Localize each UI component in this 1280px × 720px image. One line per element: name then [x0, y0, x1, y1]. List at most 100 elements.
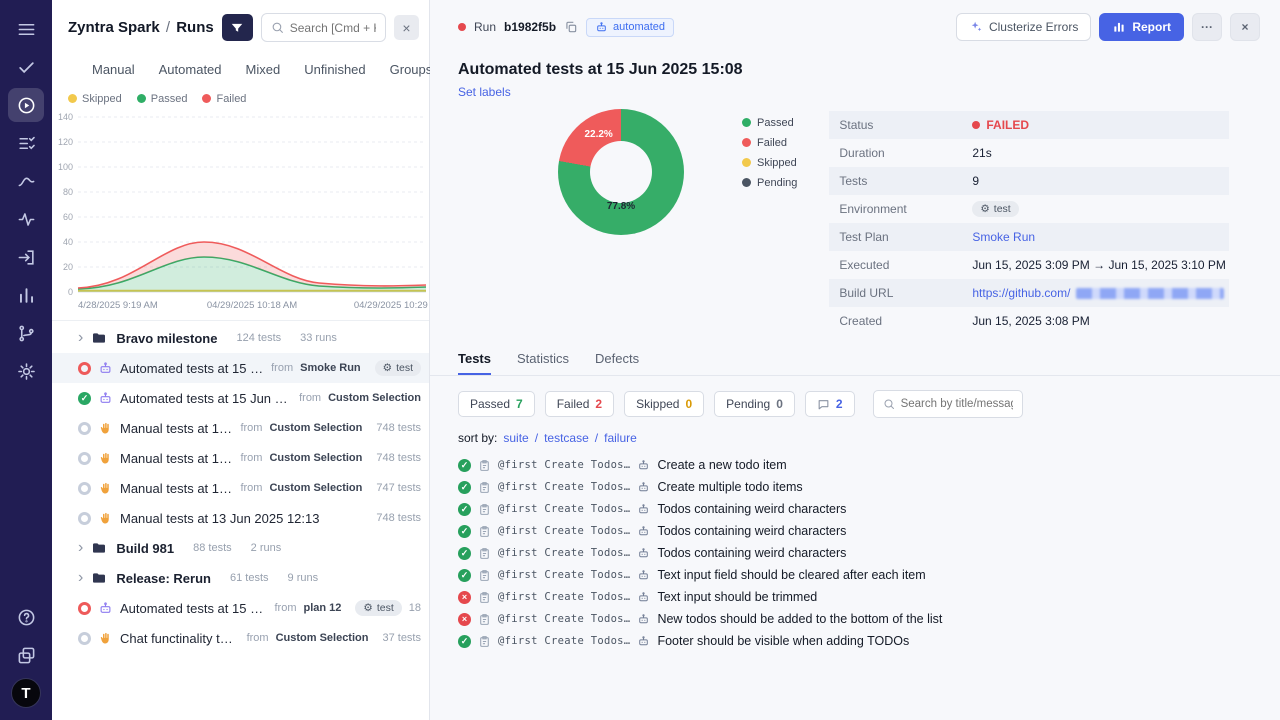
- tree-run-row[interactable]: Automated tests at 15 Jun 2025 15:08 fro…: [52, 353, 429, 383]
- build-url-link[interactable]: https://github.com/: [972, 286, 1070, 300]
- activity-icon[interactable]: [8, 202, 44, 236]
- tree-run-row[interactable]: Manual tests at 13 Jun 2025 12:13 748 te…: [52, 503, 429, 533]
- tests-search[interactable]: [873, 390, 1023, 418]
- test-row[interactable]: ✓ @first Create Todos… Text input field …: [458, 564, 1260, 586]
- tree-run-row[interactable]: Manual tests at 13 Jun 2025 12:16 from C…: [52, 443, 429, 473]
- suite-path: @first Create Todos…: [498, 459, 630, 471]
- tree-folder-build-981[interactable]: › Build 981 88 tests 2 runs: [52, 533, 429, 563]
- bar-chart-icon: [1112, 20, 1126, 34]
- env-badge: ⚙test: [972, 201, 1018, 217]
- play-circle-icon[interactable]: [8, 88, 44, 122]
- redacted-url-segment: [1076, 288, 1224, 299]
- neutral-status-icon: [78, 422, 91, 435]
- test-plan-link[interactable]: Smoke Run: [972, 230, 1035, 244]
- failed-dot: [202, 94, 211, 103]
- tests-search-input[interactable]: [901, 398, 1013, 410]
- test-row[interactable]: × @first Create Todos… Text input should…: [458, 586, 1260, 608]
- robot-icon: [637, 591, 650, 604]
- import-icon[interactable]: [8, 240, 44, 274]
- svg-text:40: 40: [63, 237, 73, 247]
- suite-path: @first Create Todos…: [498, 547, 630, 559]
- hand-icon: [98, 511, 113, 526]
- run-list-icon[interactable]: [8, 126, 44, 160]
- copy-icon[interactable]: [564, 20, 578, 34]
- tab-tests[interactable]: Tests: [458, 351, 491, 375]
- donut-legend: Passed Failed Skipped Pending: [742, 117, 797, 189]
- robot-icon: [637, 525, 650, 538]
- test-row[interactable]: ✓ @first Create Todos… Todos containing …: [458, 520, 1260, 542]
- tree-folder-release-rerun[interactable]: › Release: Rerun 61 tests 9 runs: [52, 563, 429, 593]
- gear-icon: ⚙: [980, 203, 989, 215]
- app-logo[interactable]: T: [11, 678, 41, 708]
- test-row[interactable]: ✓ @first Create Todos… Footer should be …: [458, 630, 1260, 652]
- filter-button[interactable]: [222, 14, 253, 41]
- filter-failed-chip[interactable]: Failed2: [545, 391, 614, 417]
- tab-automated[interactable]: Automated: [159, 62, 222, 77]
- panel-search[interactable]: [261, 13, 386, 42]
- hand-icon: [98, 631, 113, 646]
- sort-controls: sort by: suite / testcase / failure: [430, 418, 1280, 449]
- icon-rail: T: [0, 0, 52, 720]
- close-run-button[interactable]: ×: [1230, 13, 1260, 41]
- tab-mixed[interactable]: Mixed: [246, 62, 281, 77]
- automated-badge[interactable]: automated: [586, 18, 674, 37]
- tab-groups[interactable]: Groups: [390, 62, 433, 77]
- sort-by-failure[interactable]: failure: [604, 431, 637, 445]
- branch-icon[interactable]: [8, 316, 44, 350]
- tab-manual[interactable]: Manual: [92, 62, 135, 77]
- legend-passed: Passed: [137, 93, 188, 105]
- passed-dot: [742, 118, 751, 127]
- more-button[interactable]: ···: [1192, 13, 1222, 41]
- panel-search-input[interactable]: [290, 21, 376, 35]
- folder-icon: [91, 570, 107, 586]
- trend-icon[interactable]: [8, 164, 44, 198]
- chevron-right-icon: ›: [78, 330, 83, 346]
- file-icon: [478, 481, 491, 494]
- file-icon: [478, 635, 491, 648]
- detail-row-duration: Duration 21s: [829, 139, 1229, 167]
- breadcrumb-project[interactable]: Zyntra Spark: [68, 19, 160, 36]
- tree-run-row[interactable]: ✓ Automated tests at 15 Jun 2025 15:01 f…: [52, 383, 429, 413]
- test-row[interactable]: × @first Create Todos… New todos should …: [458, 608, 1260, 630]
- help-icon[interactable]: [8, 600, 44, 634]
- test-row[interactable]: ✓ @first Create Todos… Create multiple t…: [458, 476, 1260, 498]
- sort-by-suite[interactable]: suite: [503, 431, 528, 445]
- test-row[interactable]: ✓ @first Create Todos… Todos containing …: [458, 498, 1260, 520]
- donut-hole: [590, 141, 652, 203]
- set-labels-link[interactable]: Set labels: [430, 81, 531, 105]
- robot-icon: [595, 21, 608, 34]
- tree-folder-bravo[interactable]: › Bravo milestone 124 tests 33 runs: [52, 323, 429, 353]
- passed-percent-label: 77.8%: [607, 201, 635, 212]
- failed-percent-label: 22.2%: [584, 129, 612, 140]
- tab-defects[interactable]: Defects: [595, 351, 639, 375]
- tab-unfinished[interactable]: Unfinished: [304, 62, 365, 77]
- legend-skipped: Skipped: [68, 93, 122, 105]
- menu-icon[interactable]: [8, 12, 44, 46]
- report-button[interactable]: Report: [1099, 13, 1184, 41]
- panel-close-button[interactable]: ×: [394, 15, 419, 40]
- analytics-icon[interactable]: [8, 278, 44, 312]
- sort-by-testcase[interactable]: testcase: [544, 431, 589, 445]
- check-icon[interactable]: [8, 50, 44, 84]
- tree-run-row[interactable]: Automated tests at 15 May 2025 12:32 fro…: [52, 593, 429, 623]
- filter-pending-chip[interactable]: Pending0: [714, 391, 795, 417]
- svg-text:140: 140: [58, 112, 73, 122]
- runs-panel: Zyntra Spark / Runs × Manual Automated M…: [52, 0, 430, 720]
- filter-passed-chip[interactable]: Passed7: [458, 391, 535, 417]
- svg-text:0: 0: [68, 287, 73, 297]
- sparkles-icon: [969, 20, 983, 34]
- tab-statistics[interactable]: Statistics: [517, 351, 569, 375]
- projects-icon[interactable]: [8, 638, 44, 672]
- failed-icon: ×: [458, 591, 471, 604]
- settings-icon[interactable]: [8, 354, 44, 388]
- robot-icon: [98, 601, 113, 616]
- clusterize-errors-button[interactable]: Clusterize Errors: [956, 13, 1091, 41]
- tree-run-row[interactable]: Manual tests at 13 Jun 2025 12:13 from C…: [52, 473, 429, 503]
- test-row[interactable]: ✓ @first Create Todos… Todos containing …: [458, 542, 1260, 564]
- test-row[interactable]: ✓ @first Create Todos… Create a new todo…: [458, 454, 1260, 476]
- tree-run-row[interactable]: Manual tests at 13 Jun 2025 12:17 from C…: [52, 413, 429, 443]
- comments-chip[interactable]: 2: [805, 391, 855, 417]
- tree-run-row[interactable]: Chat functinality test Copy from Custom …: [52, 623, 429, 653]
- filter-skipped-chip[interactable]: Skipped0: [624, 391, 704, 417]
- detail-row-created: Created Jun 15, 2025 3:08 PM: [829, 307, 1229, 335]
